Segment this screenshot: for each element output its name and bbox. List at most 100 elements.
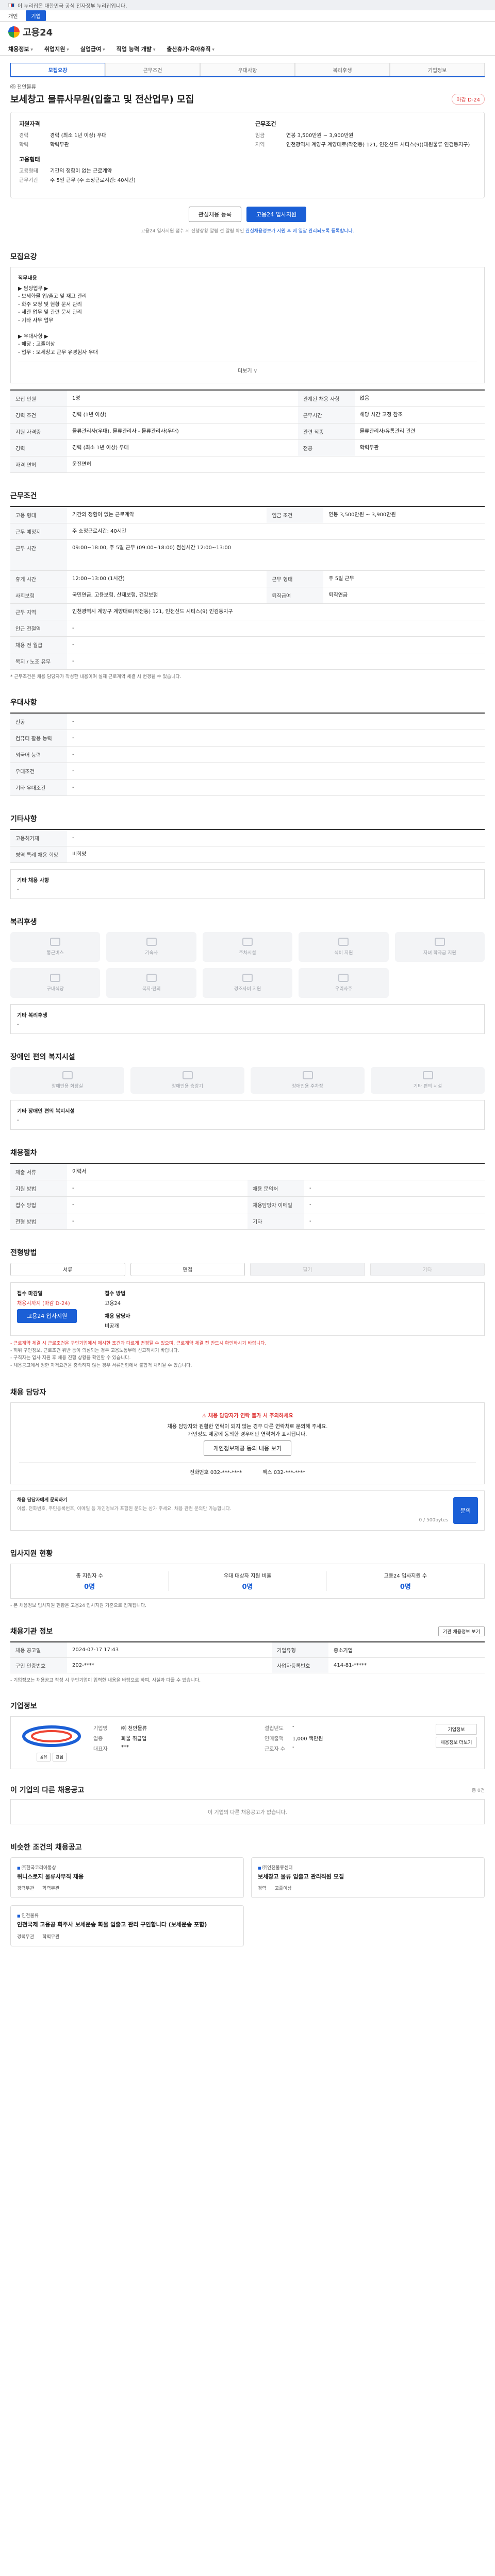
interest-button[interactable]: 관심채용 등록 xyxy=(188,207,241,222)
row-key: 전공 xyxy=(298,439,355,456)
row-key: 고용허가제 xyxy=(10,829,67,846)
duty-line: - 화주 요청 및 현황 문서 관리 xyxy=(18,301,82,308)
corp-value: ㈜ 천안물류 xyxy=(121,1726,147,1732)
row-key: 근무 형태 xyxy=(267,570,324,587)
question-title: 채용 담당자에게 문의하기 xyxy=(17,1498,68,1503)
job-card[interactable]: ㈜한국코리아통상 위니스로지 물류사무직 채용 경력무관 학력무관 xyxy=(10,1857,244,1899)
question-placeholder: 이름, 전화번호, 주민등록번호, 이메일 등 개인정보가 포함된 문의는 삼가… xyxy=(17,1506,232,1512)
row-key: 경력 조건 xyxy=(10,406,67,423)
corp-value: - xyxy=(292,1744,294,1751)
company-name[interactable]: ㈜ 천안물류 xyxy=(10,82,485,90)
tab-pref[interactable]: 우대사항 xyxy=(200,63,295,76)
row-key: 경력 xyxy=(10,439,67,456)
manager-heading: 채용 담당자 xyxy=(10,1388,46,1397)
question-textarea[interactable]: 채용 담당자에게 문의하기 이름, 전화번호, 주민등록번호, 이메일 등 개인… xyxy=(17,1497,448,1524)
row-value: - xyxy=(67,762,485,779)
warning-icon: ⚠ xyxy=(202,1413,208,1419)
meal-icon: 식비 지원 xyxy=(299,931,389,962)
logo-text[interactable]: 고용24 xyxy=(23,25,53,39)
row-key: 휴게 시간 xyxy=(10,570,67,587)
similar-heading: 비슷한 조건의 채용공고 xyxy=(10,1843,82,1852)
apply-notice-link[interactable]: 관심채용정보가 지원 후 에 일괄 관리되도록 등록합니다. xyxy=(245,229,354,234)
summary-group-title: 고용형태 xyxy=(19,156,40,163)
other-empty: 이 기업의 다른 채용공고가 없습니다. xyxy=(10,1799,485,1825)
row-key: 자격 면허 xyxy=(10,456,67,473)
row-key: 컴퓨터 활용 능력 xyxy=(10,730,67,747)
welfare-subbox: 기타 복리후생 - xyxy=(10,1004,485,1034)
gift-icon: 경조사비 지원 xyxy=(202,968,293,998)
card-meta: 학력무관 xyxy=(42,1886,60,1892)
row-key: 사업자등록번호 xyxy=(272,1657,329,1674)
corp-value: *** xyxy=(121,1744,129,1751)
disabled-label: 장애인용 승강기 xyxy=(172,1084,203,1089)
card-title: 인천국제 고용공 화주사 보세운송 화물 입출고 관리 구인합니다 (보세운송 … xyxy=(17,1921,207,1928)
tab-recruit[interactable]: 모집요강 xyxy=(10,63,105,76)
question-submit-button[interactable]: 문의 xyxy=(453,1497,478,1524)
row-value: 중소기업 xyxy=(328,1642,485,1658)
gnb-item[interactable]: 출산휴가·육아휴직 xyxy=(167,45,214,53)
info-note: - 기업정보는 채용공고 작성 시 구인기업이 입력한 내용을 바탕으로 하며,… xyxy=(10,1678,201,1684)
share-button[interactable]: 공유 xyxy=(37,1753,51,1762)
mode-business[interactable]: 기업 xyxy=(26,10,46,21)
row-key: 기업유형 xyxy=(272,1642,329,1658)
row-value: 2024-07-17 17:43 xyxy=(67,1642,272,1658)
korea-flag-icon xyxy=(8,3,14,7)
stat-label: 총 지원자 수 xyxy=(76,1573,103,1580)
job-card[interactable]: ㈜인천물류센터 보세창고 물류 입출고 관리직원 모집 경력 고졸이상 xyxy=(251,1857,485,1899)
gnb-item[interactable]: 직업 능력 개발 xyxy=(117,45,156,53)
more-button[interactable]: 더보기 ∨ xyxy=(18,362,477,376)
gnb-item[interactable]: 채용정보 xyxy=(8,45,33,53)
apply-button[interactable]: 고용24 입사지원 xyxy=(246,207,307,222)
corp-jobs-button[interactable]: 채용정보 더보기 xyxy=(436,1737,477,1748)
row-key: 우대조건 xyxy=(10,762,67,779)
card-meta: 경력무관 xyxy=(17,1934,35,1940)
row-value: 경력 (1년 이상) xyxy=(67,406,298,423)
job-summary: 지원자격 경력 경력 (최소 1년 이상) 우대 학력 학력무관 고용형태 고용형태… xyxy=(10,112,485,198)
card-company: 인천물류 xyxy=(17,1912,237,1919)
phone-label: 전화번호 xyxy=(189,1470,209,1476)
tuition-icon: 자녀 학자금 지원 xyxy=(394,931,485,962)
summary-value: 학력무관 xyxy=(50,142,69,148)
favorite-button[interactable]: 관심 xyxy=(53,1753,67,1762)
corp-value: - xyxy=(292,1724,294,1730)
duty-line: - 업무 : 보세창고 근무 유경험자 우대 xyxy=(18,349,98,355)
deadline-apply-button[interactable]: 고용24 입사지원 xyxy=(17,1309,77,1323)
row-key: 인근 전철역 xyxy=(10,620,67,637)
fax-label: 팩스 xyxy=(262,1470,272,1476)
summary-group-title: 지원자격 xyxy=(19,121,40,127)
row-key: 관련 직종 xyxy=(298,423,355,440)
corp-key: 설립년도 xyxy=(265,1726,284,1732)
mode-personal[interactable]: 개인 xyxy=(8,12,18,20)
consent-button[interactable]: 개인정보제공 동의 내용 보기 xyxy=(204,1440,291,1456)
other-heading: 이 기업의 다른 채용공고 xyxy=(10,1786,85,1795)
row-key: 병역 특례 채용 희망 xyxy=(10,846,67,863)
summary-value: 연봉 3,500만원 ~ 3,900만원 xyxy=(286,133,354,139)
row-key: 전공 xyxy=(10,713,67,730)
bullet: - 채용공고에서 정한 자격요건을 충족하지 않는 경우 서류전형에서 불합격 … xyxy=(10,1363,192,1368)
tab-company[interactable]: 기업정보 xyxy=(390,63,485,76)
stat-value: 0명 xyxy=(400,1583,411,1591)
gnb-item[interactable]: 취업지원 xyxy=(44,45,69,53)
gnb-item[interactable]: 실업급여 xyxy=(80,45,105,53)
info-more-button[interactable]: 기관 채용정보 보기 xyxy=(438,1626,485,1636)
row-value: - xyxy=(67,779,485,796)
job-card[interactable]: 인천물류 인천국제 고용공 화주사 보세운송 화물 입출고 관리 구인합니다 (… xyxy=(10,1905,244,1946)
duty-line: ▶ 우대사항 ▶ xyxy=(18,333,48,340)
manager-desc: 채용 담당자와 원활한 연락이 되지 않는 경우 다른 연락처로 문의해 주세요… xyxy=(167,1424,328,1430)
row-key: 지원 방법 xyxy=(10,1180,67,1197)
duty-line: - 기타 사무 업무 xyxy=(18,317,54,324)
row-value: 비희망 xyxy=(67,846,485,863)
tab-work[interactable]: 근무조건 xyxy=(105,63,200,76)
logo-icon[interactable] xyxy=(8,26,20,38)
tab-welfare[interactable]: 복리후생 xyxy=(295,63,390,76)
row-key: 구인 인증번호 xyxy=(10,1657,67,1674)
row-value: - xyxy=(67,653,485,670)
row-value: - xyxy=(67,730,485,747)
row-key: 모집 인원 xyxy=(10,389,67,407)
apply-notice-text: 고용24 입사지원 접수 시 진행상황 알림 전 알림 확인 xyxy=(141,229,246,234)
method-written: 필기 xyxy=(250,1262,365,1276)
row-value: - xyxy=(67,1213,248,1230)
corp-info-button[interactable]: 기업정보 xyxy=(436,1724,477,1735)
manager-value: 비공개 xyxy=(105,1323,119,1329)
company-logo xyxy=(21,1724,82,1749)
